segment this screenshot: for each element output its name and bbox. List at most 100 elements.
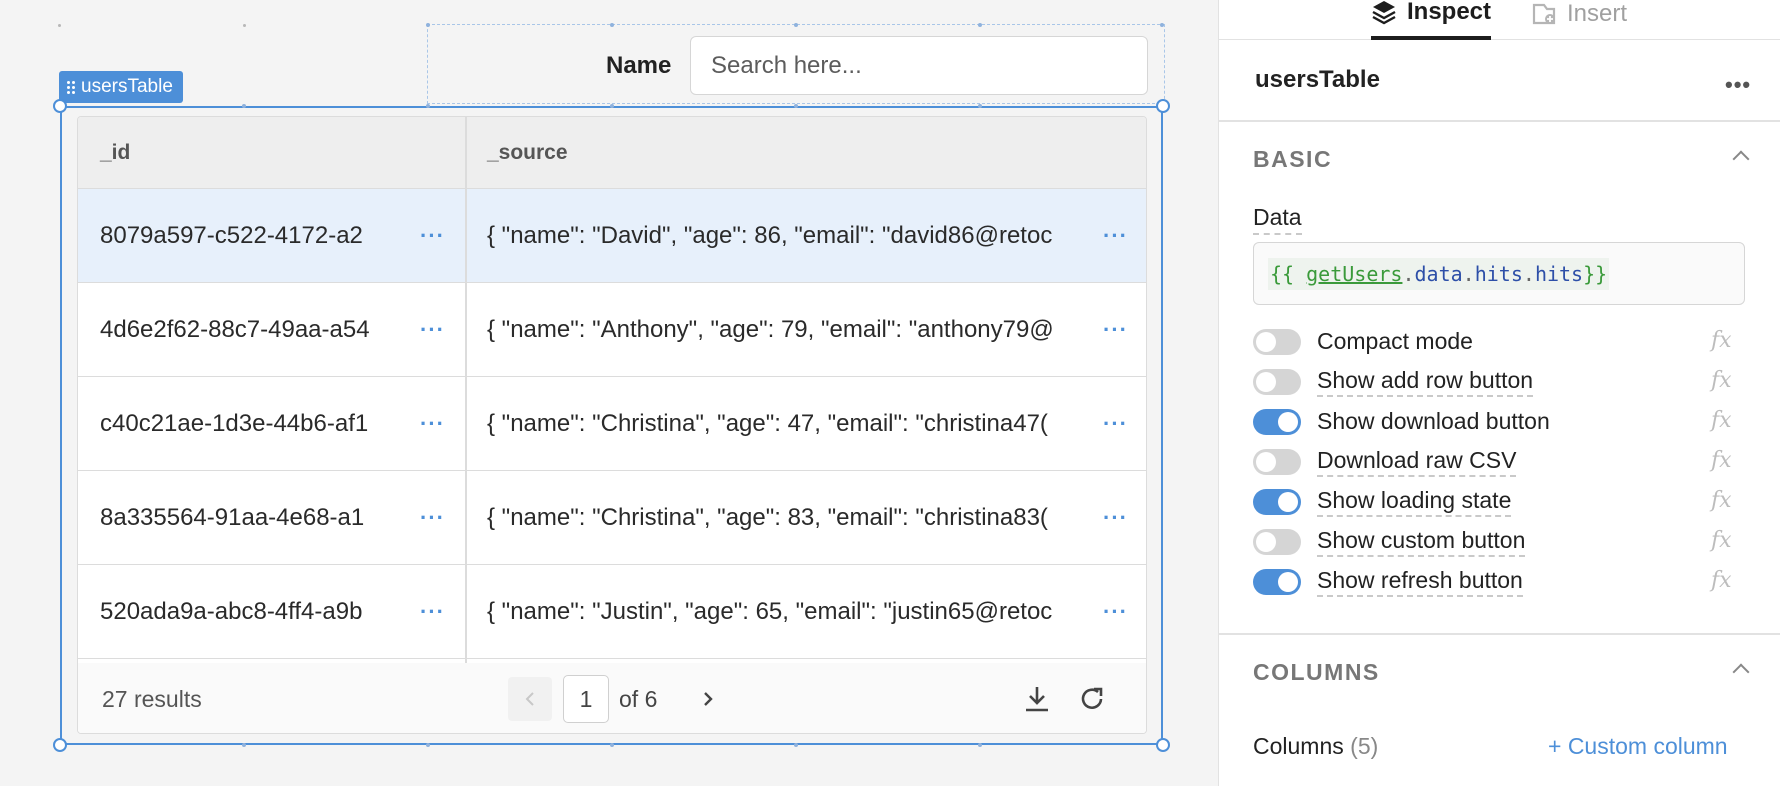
fx-icon[interactable]: fx — [1711, 365, 1732, 397]
layers-icon — [1372, 1, 1396, 25]
toggle-label: Show add row button — [1317, 365, 1534, 397]
columns-label: Columns (5) — [1253, 733, 1378, 760]
tab-insert[interactable]: Insert — [1531, 0, 1627, 40]
table-row[interactable]: 8a335564-91aa-4e68-a1 ··· { "name": "Chr… — [78, 471, 1146, 565]
data-field-label: Data — [1253, 204, 1302, 235]
table-row[interactable]: 8079a597-c522-4172-a2 ··· { "name": "Dav… — [78, 189, 1146, 283]
component-badge[interactable]: usersTable — [59, 71, 183, 103]
table-header: _id _source — [78, 117, 1146, 189]
table-row[interactable]: c40c21ae-1d3e-44b6-af1 ··· { "name": "Ch… — [78, 377, 1146, 471]
add-custom-column-button[interactable]: + Custom column — [1548, 733, 1728, 760]
download-button[interactable] — [1021, 683, 1053, 715]
component-name[interactable]: usersTable — [1255, 66, 1380, 94]
search-input[interactable] — [690, 36, 1148, 95]
code-open-brace: {{ — [1270, 261, 1307, 286]
resize-handle-bottom-right[interactable] — [1156, 738, 1170, 752]
code-query-ref[interactable]: getUsers — [1306, 262, 1402, 286]
cell-menu-icon[interactable]: ··· — [1103, 411, 1128, 437]
column-divider[interactable] — [465, 117, 467, 663]
toggle-label: Show loading state — [1317, 485, 1512, 517]
prev-page-button[interactable] — [508, 677, 552, 721]
cell-id[interactable]: 520ada9a-abc8-4ff4-a9b — [100, 565, 402, 658]
toggle-row-add-row: Show add row button fx — [1253, 365, 1753, 397]
cell-source[interactable]: { "name": "Justin", "age": 65, "email": … — [487, 565, 1087, 658]
fx-icon[interactable]: fx — [1711, 565, 1732, 597]
toggle-row-download: Show download button fx — [1253, 405, 1753, 437]
loading-state-toggle[interactable] — [1253, 489, 1301, 515]
raw-csv-toggle[interactable] — [1253, 449, 1301, 475]
more-options-icon[interactable]: ••• — [1725, 72, 1751, 98]
column-header-source[interactable]: _source — [465, 117, 568, 189]
toggle-label: Download raw CSV — [1317, 445, 1517, 477]
table-row[interactable]: 520ada9a-abc8-4ff4-a9b ··· { "name": "Ju… — [78, 565, 1146, 659]
page-input[interactable]: 1 — [563, 675, 609, 723]
toggle-label: Show download button — [1317, 408, 1550, 434]
section-title-basic[interactable]: BASIC — [1253, 146, 1332, 173]
resize-handle-bottom-left[interactable] — [53, 738, 67, 752]
drag-handle-icon[interactable] — [67, 80, 75, 94]
cell-menu-icon[interactable]: ··· — [420, 317, 445, 343]
users-table[interactable]: _id _source 8079a597-c522-4172-a2 ··· { … — [77, 116, 1147, 734]
section-title-columns[interactable]: COLUMNS — [1253, 659, 1380, 686]
tab-insert-label: Insert — [1567, 0, 1628, 27]
table-row[interactable]: 4d6e2f62-88c7-49aa-a54 ··· { "name": "An… — [78, 283, 1146, 377]
fx-icon[interactable]: fx — [1711, 405, 1732, 437]
chevron-up-icon[interactable] — [1732, 150, 1750, 168]
fx-icon[interactable]: fx — [1711, 525, 1732, 557]
refresh-toggle[interactable] — [1253, 569, 1301, 595]
download-toggle[interactable] — [1253, 409, 1301, 435]
cell-menu-icon[interactable]: ··· — [420, 599, 445, 625]
refresh-button[interactable] — [1076, 683, 1108, 715]
cell-menu-icon[interactable]: ··· — [420, 223, 445, 249]
fx-icon[interactable]: fx — [1711, 445, 1732, 477]
column-header-id[interactable]: _id — [78, 117, 130, 189]
columns-label-text: Columns — [1253, 733, 1344, 759]
cell-menu-icon[interactable]: ··· — [1103, 317, 1128, 343]
toggle-row-compact-mode: Compact mode fx — [1253, 325, 1753, 357]
cell-menu-icon[interactable]: ··· — [420, 505, 445, 531]
chevron-up-icon[interactable] — [1732, 663, 1750, 681]
cell-source[interactable]: { "name": "Anthony", "age": 79, "email":… — [487, 283, 1087, 376]
toggle-row-custom-button: Show custom button fx — [1253, 525, 1753, 557]
resize-handle-top-right[interactable] — [1156, 99, 1170, 113]
editor-canvas[interactable]: Name usersTable _id _source 8079a597-c52… — [0, 0, 1218, 786]
cell-source[interactable]: { "name": "Christina", "age": 83, "email… — [487, 471, 1087, 564]
add-component-icon — [1532, 3, 1556, 25]
toggle-row-refresh: Show refresh button fx — [1253, 565, 1753, 597]
chevron-right-icon — [704, 692, 713, 706]
fx-icon[interactable]: fx — [1711, 325, 1732, 357]
cell-source[interactable]: { "name": "Christina", "age": 47, "email… — [487, 377, 1087, 470]
toggle-label: Show custom button — [1317, 525, 1526, 557]
cell-id[interactable]: c40c21ae-1d3e-44b6-af1 — [100, 377, 402, 470]
divider — [1219, 633, 1780, 635]
data-code-input[interactable]: {{ getUsers.data.hits.hits}} — [1253, 242, 1745, 305]
component-badge-label: usersTable — [81, 76, 173, 97]
results-count: 27 results — [102, 685, 202, 712]
compact-mode-toggle[interactable] — [1253, 329, 1301, 355]
custom-button-toggle[interactable] — [1253, 529, 1301, 555]
toggle-label: Show refresh button — [1317, 565, 1523, 597]
download-icon — [1026, 687, 1048, 712]
resize-handle-top-left[interactable] — [53, 99, 67, 113]
tab-inspect-label: Inspect — [1407, 0, 1492, 25]
tab-inspect[interactable]: Inspect — [1371, 0, 1492, 40]
cell-id[interactable]: 8a335564-91aa-4e68-a1 — [100, 471, 402, 564]
chevron-left-icon — [525, 692, 534, 706]
code-close-brace: }} — [1583, 261, 1608, 286]
cell-menu-icon[interactable]: ··· — [420, 411, 445, 437]
cell-id[interactable]: 4d6e2f62-88c7-49aa-a54 — [100, 283, 402, 376]
code-prop: hits — [1474, 261, 1523, 286]
grid-dot — [243, 24, 246, 27]
cell-menu-icon[interactable]: ··· — [1103, 505, 1128, 531]
table-footer: 27 results 1 of 6 — [78, 663, 1146, 733]
cell-menu-icon[interactable]: ··· — [1103, 599, 1128, 625]
next-page-button[interactable] — [686, 677, 730, 721]
toggle-row-raw-csv: Download raw CSV fx — [1253, 445, 1753, 477]
cell-id[interactable]: 8079a597-c522-4172-a2 — [100, 189, 402, 282]
add-row-toggle[interactable] — [1253, 369, 1301, 395]
search-label: Name — [606, 52, 672, 79]
cell-menu-icon[interactable]: ··· — [1103, 223, 1128, 249]
page-total: of 6 — [619, 685, 658, 712]
fx-icon[interactable]: fx — [1711, 485, 1732, 517]
cell-source[interactable]: { "name": "David", "age": 86, "email": "… — [487, 189, 1087, 282]
